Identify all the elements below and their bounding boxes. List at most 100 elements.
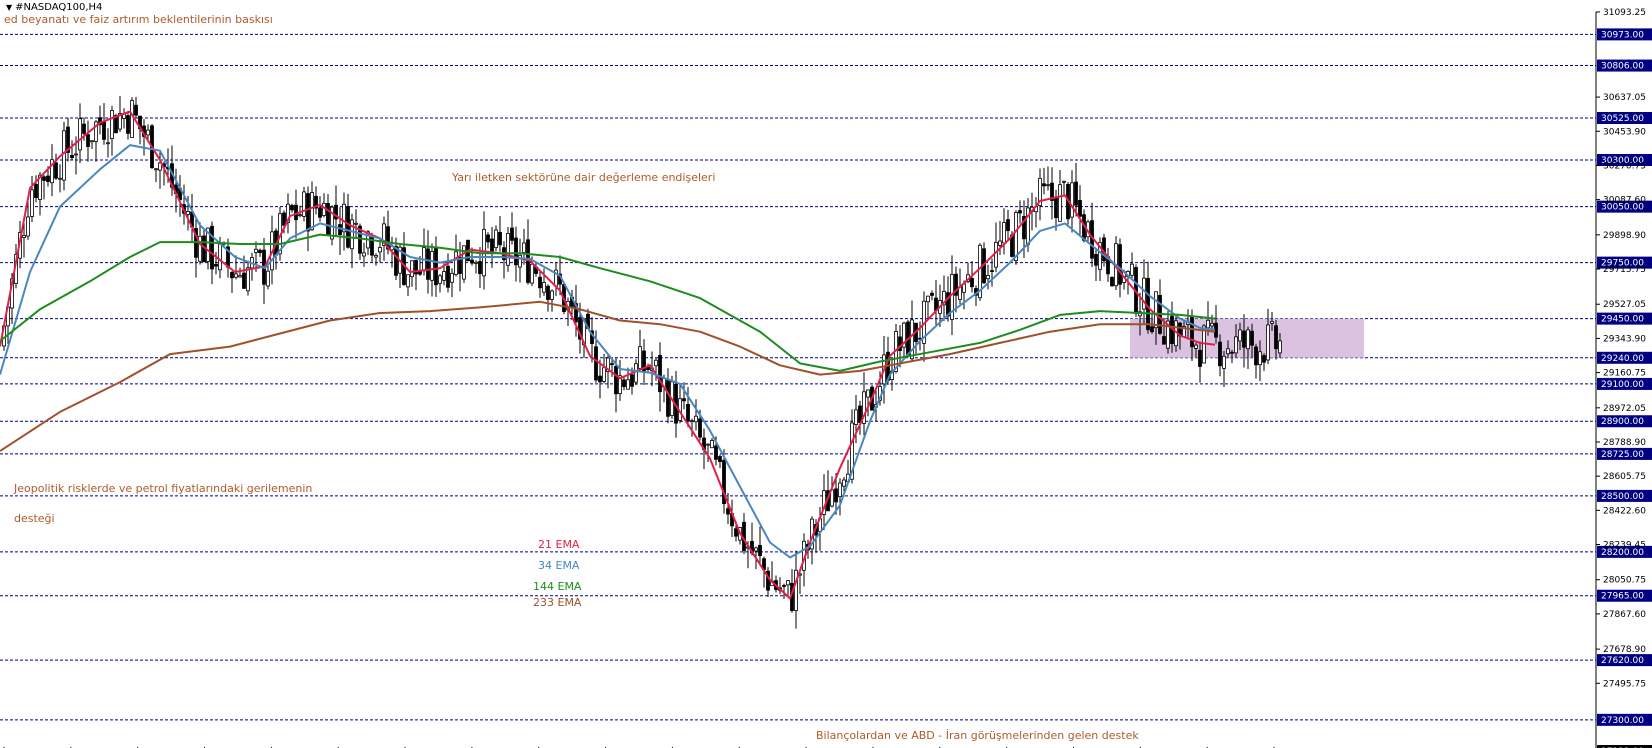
candle-body bbox=[406, 274, 410, 288]
candle-body bbox=[550, 290, 554, 300]
candle-body bbox=[298, 214, 302, 217]
price-chart[interactable]: 30973.0030806.0030525.0030300.0030050.00… bbox=[0, 0, 1652, 748]
candle-body bbox=[130, 100, 134, 138]
candle-body bbox=[258, 249, 262, 254]
candle-body bbox=[1002, 222, 1006, 244]
candle-body bbox=[70, 155, 74, 159]
candle-body bbox=[246, 267, 250, 292]
candle-body bbox=[930, 292, 934, 296]
candle-body bbox=[1070, 182, 1074, 218]
candle-body bbox=[610, 363, 614, 366]
candle-body bbox=[470, 259, 474, 264]
candle-body bbox=[1078, 199, 1082, 217]
candle-body bbox=[62, 130, 66, 181]
candle-body bbox=[710, 440, 714, 449]
candle-body bbox=[30, 189, 34, 217]
candle-body bbox=[834, 488, 838, 503]
candle-body bbox=[1234, 336, 1238, 354]
candle-body bbox=[106, 142, 110, 145]
y-tick-label: 27495.75 bbox=[1603, 679, 1646, 689]
candle-body bbox=[498, 231, 502, 246]
candle-body bbox=[362, 252, 366, 257]
y-tick-label: 29160.75 bbox=[1603, 369, 1646, 379]
candle-body bbox=[1058, 184, 1062, 222]
candle-body bbox=[1242, 330, 1246, 348]
candle-body bbox=[622, 379, 626, 388]
candle-body bbox=[734, 528, 738, 537]
candle-body bbox=[1194, 344, 1198, 349]
candle-body bbox=[1278, 340, 1282, 354]
candle-body bbox=[1198, 349, 1202, 367]
candle-body bbox=[350, 219, 354, 250]
dropdown-triangle-icon[interactable]: ▼ bbox=[6, 3, 12, 12]
candle-body bbox=[854, 409, 858, 425]
level-label: 28500.00 bbox=[1601, 492, 1644, 502]
y-tick-label: 28972.05 bbox=[1603, 404, 1646, 414]
candle-body bbox=[1258, 351, 1262, 365]
candle-body bbox=[706, 443, 710, 446]
candle-body bbox=[626, 379, 630, 390]
candle-body bbox=[426, 248, 430, 280]
candle-body bbox=[434, 247, 438, 286]
candle-body bbox=[74, 153, 78, 156]
candle-body bbox=[1210, 322, 1214, 327]
candle-body bbox=[654, 359, 658, 367]
level-label: 30973.00 bbox=[1601, 30, 1644, 40]
candle-body bbox=[486, 234, 490, 243]
candle-body bbox=[478, 261, 482, 275]
candle-body bbox=[542, 282, 546, 293]
candle-body bbox=[634, 363, 638, 383]
candle-body bbox=[474, 261, 478, 264]
candle-body bbox=[42, 176, 46, 181]
candle-body bbox=[1074, 181, 1078, 206]
candle-body bbox=[46, 175, 50, 183]
candle-body bbox=[1230, 351, 1234, 354]
candle-body bbox=[354, 222, 358, 225]
candle-body bbox=[282, 212, 286, 226]
symbol-label: #NASDAQ100,H4 bbox=[15, 2, 103, 13]
candle-body bbox=[546, 285, 550, 300]
candle-body bbox=[682, 398, 686, 402]
candle-body bbox=[714, 445, 718, 460]
candle-body bbox=[1226, 348, 1230, 355]
candle-body bbox=[22, 235, 26, 238]
candle-body bbox=[238, 275, 242, 278]
candle-body bbox=[510, 227, 514, 241]
candle-body bbox=[926, 295, 930, 303]
y-tick-label: 28050.75 bbox=[1603, 576, 1646, 586]
candle-body bbox=[302, 191, 306, 217]
y-tick-label: 30087.60 bbox=[1603, 196, 1646, 206]
candle-body bbox=[1162, 336, 1166, 345]
y-tick-label: 27867.60 bbox=[1603, 610, 1646, 620]
candle-body bbox=[630, 374, 634, 387]
candle-body bbox=[214, 263, 218, 267]
y-tick-label: 29343.90 bbox=[1603, 334, 1646, 344]
candle-body bbox=[970, 277, 974, 288]
candle-body bbox=[154, 168, 158, 171]
candle-body bbox=[658, 355, 662, 393]
y-tick-label: 28239.45 bbox=[1603, 541, 1646, 551]
candle-body bbox=[726, 508, 730, 515]
candle-body bbox=[230, 271, 234, 279]
candle-body bbox=[1254, 346, 1258, 366]
candle-body bbox=[26, 216, 30, 237]
annotation-geo-2: desteği bbox=[14, 512, 55, 525]
candle-body bbox=[758, 544, 762, 556]
candle-body bbox=[1206, 319, 1210, 329]
level-label: 30525.00 bbox=[1601, 114, 1644, 124]
candle-body bbox=[266, 270, 270, 287]
candle-body bbox=[254, 248, 258, 253]
y-tick-label: 30270.75 bbox=[1603, 161, 1646, 171]
candle-body bbox=[1046, 184, 1050, 187]
candle-body bbox=[1006, 219, 1010, 232]
y-tick-label: 31093.25 bbox=[1603, 8, 1646, 18]
candle-body bbox=[1094, 254, 1098, 266]
level-label: 29450.00 bbox=[1601, 315, 1644, 325]
y-tick-label: 29527.05 bbox=[1603, 300, 1646, 310]
candle-body bbox=[410, 260, 414, 278]
legend-ema144: 144 EMA bbox=[533, 580, 582, 593]
candle-body bbox=[378, 247, 382, 253]
candle-body bbox=[998, 240, 1002, 246]
candle-body bbox=[986, 275, 990, 280]
y-tick-label: 28605.75 bbox=[1603, 472, 1646, 482]
